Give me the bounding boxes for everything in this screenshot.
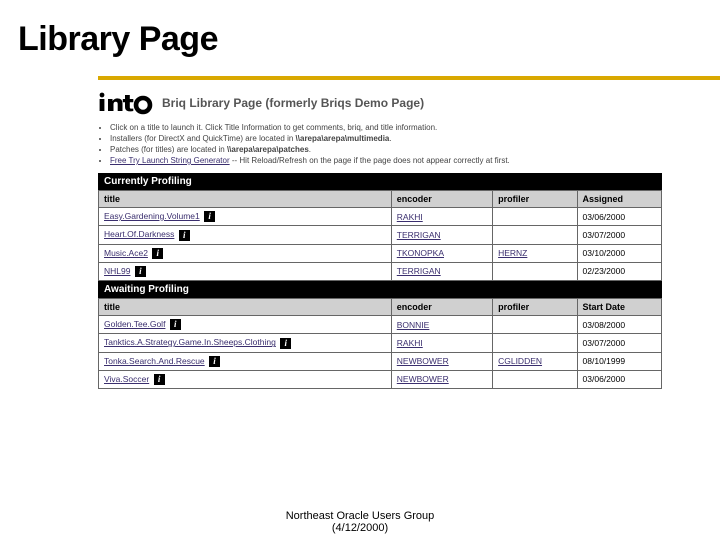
- table-row: Heart.Of.Darkness i TERRIGAN 03/07/2000: [99, 226, 662, 244]
- table-row: Easy.Gardening.Volume1 i RAKHI 03/06/2000: [99, 208, 662, 226]
- cell-title: Easy.Gardening.Volume1 i: [99, 208, 392, 226]
- col-title: title: [99, 299, 392, 316]
- cell-profiler: [493, 262, 577, 280]
- encoder-link[interactable]: NEWBOWER: [397, 356, 449, 366]
- cell-profiler: [493, 226, 577, 244]
- info-icon[interactable]: i: [280, 338, 291, 349]
- title-link[interactable]: Golden.Tee.Golf: [104, 319, 165, 329]
- section-header-profiling: Currently Profiling: [98, 173, 662, 190]
- title-link[interactable]: Easy.Gardening.Volume1: [104, 211, 200, 221]
- info-icon[interactable]: i: [152, 248, 163, 259]
- title-link[interactable]: Music.Ace2: [104, 248, 148, 258]
- cell-encoder: TERRIGAN: [391, 226, 492, 244]
- title-underline: [98, 76, 720, 80]
- cell-encoder: RAKHI: [391, 208, 492, 226]
- col-assigned: Assigned: [577, 191, 661, 208]
- cell-profiler: CGLIDDEN: [493, 352, 577, 370]
- into-networks-logo: [98, 91, 154, 115]
- bullet-4: Free Try Launch String Generator -- Hit …: [110, 156, 662, 165]
- slide-footer: Northeast Oracle Users Group (4/12/2000): [0, 510, 720, 534]
- table-row: Music.Ace2 i TKONOPKA HERNZ 03/10/2000: [99, 244, 662, 262]
- encoder-link[interactable]: TKONOPKA: [397, 248, 444, 258]
- profiler-link[interactable]: HERNZ: [498, 248, 527, 258]
- cell-encoder: NEWBOWER: [391, 370, 492, 388]
- cell-encoder: TERRIGAN: [391, 262, 492, 280]
- cell-title: Golden.Tee.Golf i: [99, 316, 392, 334]
- info-icon[interactable]: i: [154, 374, 165, 385]
- cell-title: Music.Ace2 i: [99, 244, 392, 262]
- title-link[interactable]: Viva.Soccer: [104, 374, 149, 384]
- cell-profiler: [493, 334, 577, 352]
- awaiting-profiling-table: title encoder profiler Start Date Golden…: [98, 298, 662, 389]
- section-header-awaiting: Awaiting Profiling: [98, 281, 662, 298]
- table-row: NHL99 i TERRIGAN 02/23/2000: [99, 262, 662, 280]
- table-row: Tonka.Search.And.Rescue i NEWBOWER CGLIDDE…: [99, 352, 662, 370]
- cell-profiler: [493, 370, 577, 388]
- info-icon[interactable]: i: [209, 356, 220, 367]
- encoder-link[interactable]: BONNIE: [397, 320, 430, 330]
- screenshot-content: Briq Library Page (formerly Briqs Demo P…: [98, 91, 662, 389]
- col-startdate: Start Date: [577, 299, 661, 316]
- info-icon[interactable]: i: [135, 266, 146, 277]
- bullet-2: Installers (for DirectX and QuickTime) a…: [110, 134, 662, 143]
- col-encoder: encoder: [391, 191, 492, 208]
- col-encoder: encoder: [391, 299, 492, 316]
- encoder-link[interactable]: NEWBOWER: [397, 374, 449, 384]
- cell-title: Tonka.Search.And.Rescue i: [99, 352, 392, 370]
- cell-profiler: [493, 208, 577, 226]
- cell-date: 03/06/2000: [577, 208, 661, 226]
- cell-date: 03/08/2000: [577, 316, 661, 334]
- cell-profiler: HERNZ: [493, 244, 577, 262]
- title-link[interactable]: Tanktics.A.Strategy.Game.In.Sheeps.Cloth…: [104, 337, 276, 347]
- encoder-link[interactable]: RAKHI: [397, 212, 423, 222]
- cell-encoder: NEWBOWER: [391, 352, 492, 370]
- cell-profiler: [493, 316, 577, 334]
- profiler-link[interactable]: CGLIDDEN: [498, 356, 542, 366]
- table-header-row: title encoder profiler Start Date: [99, 299, 662, 316]
- instruction-bullets: Click on a title to launch it. Click Tit…: [98, 123, 662, 165]
- cell-encoder: TKONOPKA: [391, 244, 492, 262]
- bullet-3: Patches (for titles) are located in \\ar…: [110, 145, 662, 154]
- cell-title: Heart.Of.Darkness i: [99, 226, 392, 244]
- encoder-link[interactable]: TERRIGAN: [397, 266, 441, 276]
- table-header-row: title encoder profiler Assigned: [99, 191, 662, 208]
- bullet-1: Click on a title to launch it. Click Tit…: [110, 123, 662, 132]
- cell-date: 03/07/2000: [577, 334, 661, 352]
- page-subtitle: Briq Library Page (formerly Briqs Demo P…: [162, 96, 424, 110]
- cell-title: Tanktics.A.Strategy.Game.In.Sheeps.Cloth…: [99, 334, 392, 352]
- launch-string-generator-link[interactable]: Free Try Launch String Generator: [110, 156, 230, 165]
- cell-date: 08/10/1999: [577, 352, 661, 370]
- title-link[interactable]: Heart.Of.Darkness: [104, 229, 174, 239]
- col-profiler: profiler: [493, 299, 577, 316]
- cell-date: 03/07/2000: [577, 226, 661, 244]
- info-icon[interactable]: i: [179, 230, 190, 241]
- logo-row: Briq Library Page (formerly Briqs Demo P…: [98, 91, 662, 115]
- slide-title: Library Page: [18, 20, 702, 59]
- col-profiler: profiler: [493, 191, 577, 208]
- cell-date: 02/23/2000: [577, 262, 661, 280]
- col-title: title: [99, 191, 392, 208]
- cell-encoder: BONNIE: [391, 316, 492, 334]
- cell-encoder: RAKHI: [391, 334, 492, 352]
- currently-profiling-table: title encoder profiler Assigned Easy.Gar…: [98, 190, 662, 281]
- table-row: Golden.Tee.Golf i BONNIE 03/08/2000: [99, 316, 662, 334]
- info-icon[interactable]: i: [204, 211, 215, 222]
- cell-title: NHL99 i: [99, 262, 392, 280]
- encoder-link[interactable]: TERRIGAN: [397, 230, 441, 240]
- table-row: Viva.Soccer i NEWBOWER 03/06/2000: [99, 370, 662, 388]
- title-link[interactable]: NHL99: [104, 266, 130, 276]
- table-row: Tanktics.A.Strategy.Game.In.Sheeps.Cloth…: [99, 334, 662, 352]
- title-link[interactable]: Tonka.Search.And.Rescue: [104, 356, 205, 366]
- cell-date: 03/10/2000: [577, 244, 661, 262]
- info-icon[interactable]: i: [170, 319, 181, 330]
- cell-title: Viva.Soccer i: [99, 370, 392, 388]
- encoder-link[interactable]: RAKHI: [397, 338, 423, 348]
- cell-date: 03/06/2000: [577, 370, 661, 388]
